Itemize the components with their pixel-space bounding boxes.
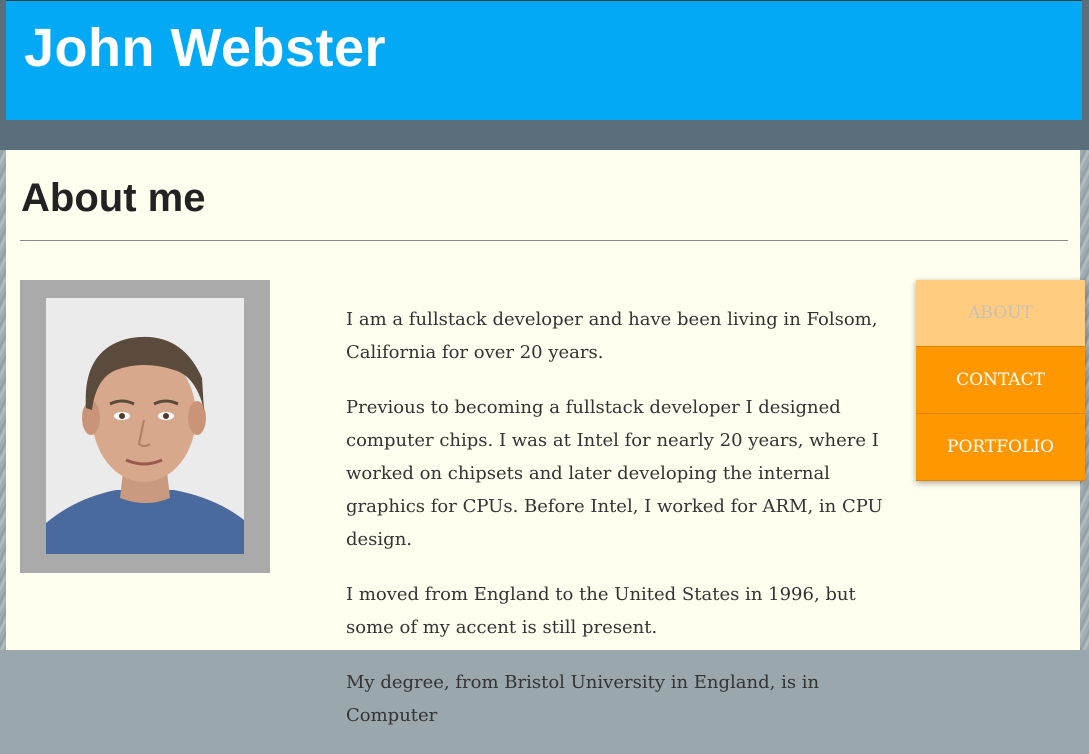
- site-header: John Webster: [6, 0, 1082, 120]
- bio-paragraph: I moved from England to the United State…: [346, 584, 856, 638]
- heading-divider: [20, 240, 1068, 241]
- bio-paragraph: My degree, from Bristol University in En…: [346, 672, 820, 726]
- bio-paragraph: I am a fullstack developer and have been…: [346, 309, 878, 363]
- nav-item-about[interactable]: ABOUT: [916, 280, 1085, 347]
- main-content: About me I am a fullstack developer and …: [6, 150, 1085, 726]
- portrait-illustration: [46, 298, 244, 554]
- site-title: John Webster: [24, 18, 387, 78]
- profile-photo: [46, 298, 244, 554]
- side-nav: ABOUT CONTACT PORTFOLIO: [916, 280, 1085, 481]
- profile-photo-frame: [20, 280, 270, 573]
- nav-item-portfolio[interactable]: PORTFOLIO: [916, 414, 1085, 481]
- header-band: John Webster: [0, 0, 1089, 150]
- page-title: About me: [21, 176, 206, 220]
- bio-paragraph: Previous to becoming a fullstack develop…: [346, 397, 883, 550]
- bio-text: I am a fullstack developer and have been…: [346, 303, 886, 754]
- nav-item-contact[interactable]: CONTACT: [916, 347, 1085, 414]
